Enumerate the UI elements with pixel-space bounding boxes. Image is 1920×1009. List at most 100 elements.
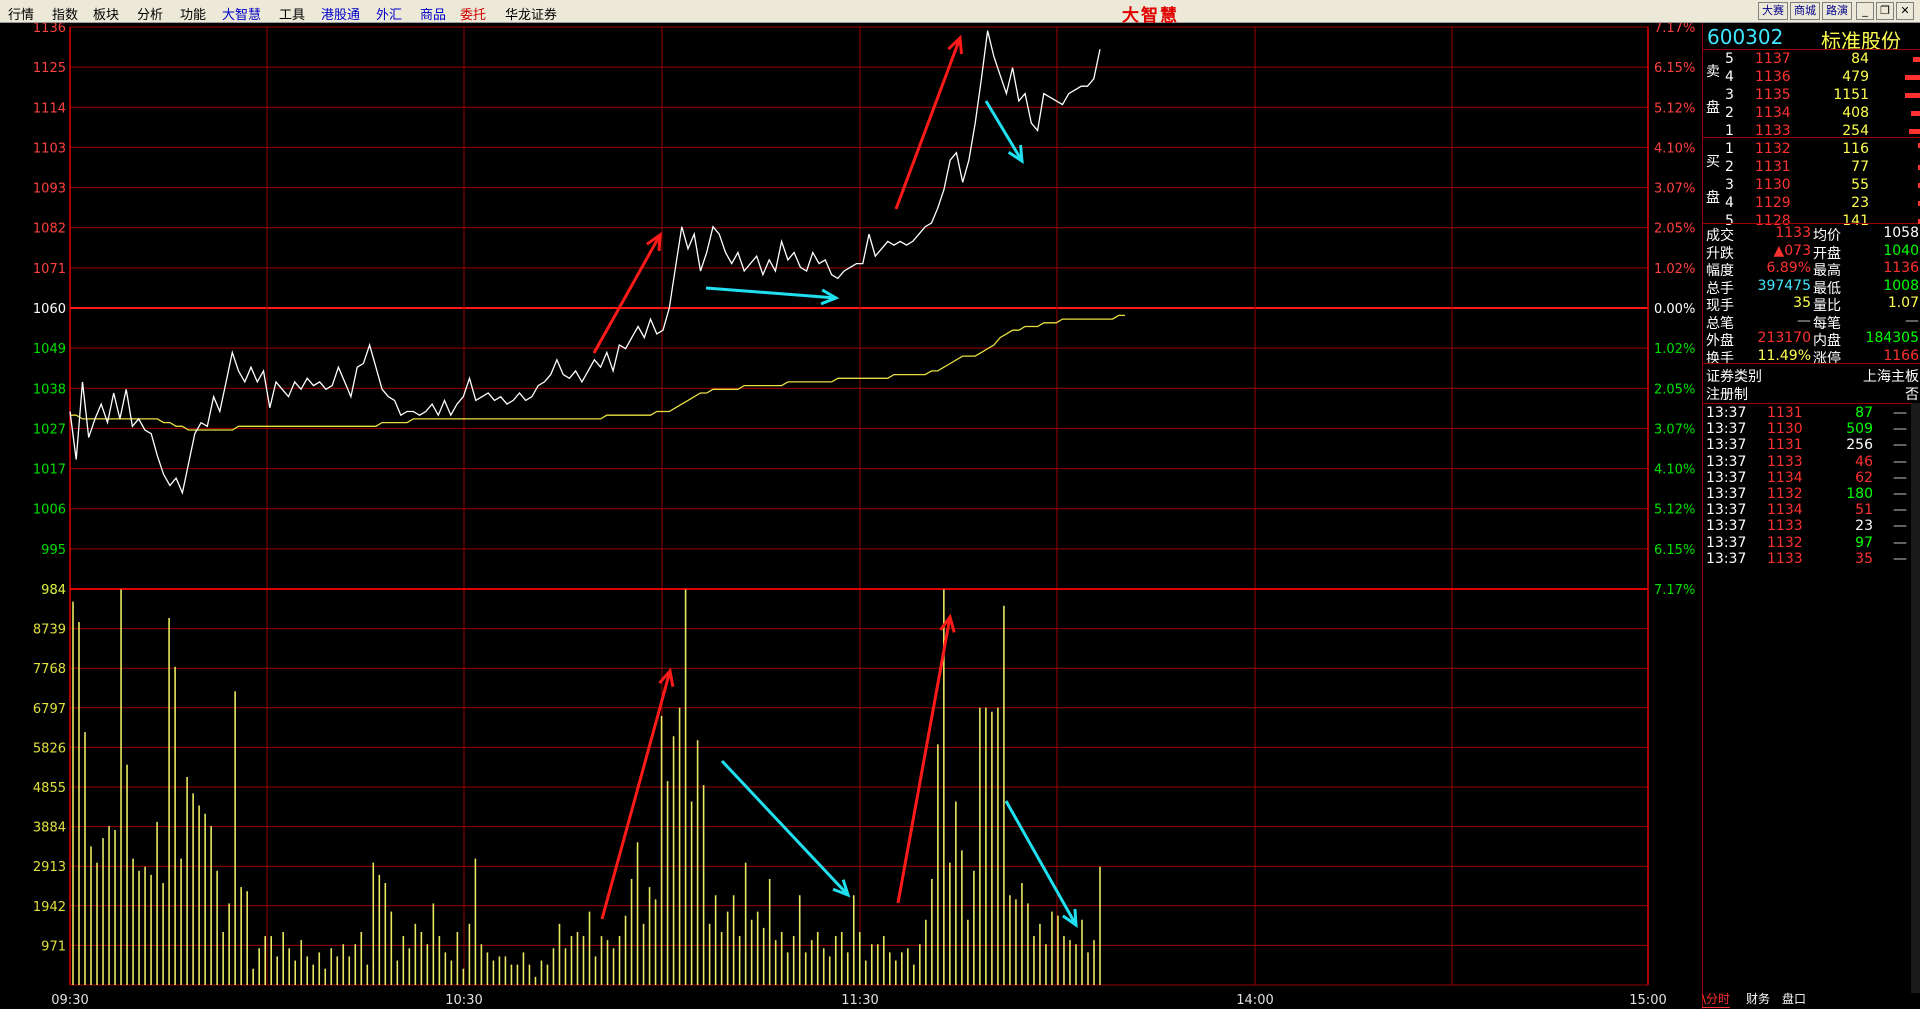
price-tick-label: 1114 [33, 101, 66, 116]
percent-tick-label: 2.05% [1654, 222, 1695, 237]
bottom-tabs: \分时 财务 盘口 [1700, 988, 1920, 1009]
quote-row-0: 成交 1133 均价 1058 [1706, 225, 1919, 244]
quote-row-6: 外盘 213170 内盘 184305 [1706, 330, 1919, 349]
price-tick-label: 1082 [33, 222, 66, 237]
depth-bar [1913, 57, 1920, 62]
bid-row-4: 4 1129 23 [1725, 195, 1869, 211]
volume-tick-label: 971 [41, 939, 66, 954]
menu-item-10[interactable]: 委托 [460, 4, 486, 23]
menu-item-1[interactable]: 指数 [52, 4, 78, 23]
price-tick-label: 1049 [33, 342, 66, 357]
percent-tick-label: 1.02% [1654, 342, 1695, 357]
menu-item-4[interactable]: 功能 [180, 4, 206, 23]
percent-tick-label: 1.02% [1654, 262, 1695, 277]
ask-row-3: 3 1135 1151 [1725, 87, 1869, 103]
menu-item-8[interactable]: 外汇 [376, 4, 402, 23]
percent-tick-label: 5.12% [1654, 503, 1695, 518]
buy-label-2: 盘 [1706, 190, 1720, 206]
tab-orderbook[interactable]: 盘口 [1782, 990, 1806, 1007]
volume-tick-label: 2913 [33, 860, 66, 875]
percent-tick-label: 3.07% [1654, 422, 1695, 437]
menu-item-9[interactable]: 商品 [420, 4, 446, 23]
quote-panel: 600302 标准股份 5 1137 84 4 1136 479 3 1135 1151 2 113… [1702, 23, 1920, 1009]
menu-bar: 行情 指数 板块 分析 功能 大智慧 工具 港股通 外汇 商品 委托 华龙证券 大智慧 大赛 商城 路… [0, 0, 1920, 26]
mall-button[interactable]: 商城 [1790, 2, 1820, 20]
price-tick-label: 1071 [33, 262, 66, 277]
ask-row-1: 1 1133 254 [1725, 123, 1869, 139]
ask-row-5: 5 1137 84 [1725, 51, 1869, 67]
stock-header: 600302 标准股份 [1703, 25, 1920, 53]
sell-label-1: 卖 [1706, 64, 1720, 80]
quote-row-4: 现手 35 量比 1.07 [1706, 295, 1919, 314]
price-tick-label: 1017 [33, 463, 66, 478]
quote-row-2: 幅度 6.89% 最高 1136 [1706, 260, 1919, 279]
percent-tick-label: 2.05% [1654, 382, 1695, 397]
quote-row-3: 总手 397475 最低 1008 [1706, 277, 1919, 297]
price-tick-label: 1136 [33, 23, 66, 36]
menu-item-2[interactable]: 板块 [93, 4, 119, 23]
info-row-0: 证券类别 上海主板 [1706, 369, 1919, 385]
time-tick-label: 11:30 [841, 993, 878, 1008]
roadshow-button[interactable]: 路演 [1822, 2, 1852, 20]
volume-tick-label: 6797 [33, 702, 66, 717]
bid-row-3: 3 1130 55 [1725, 177, 1869, 193]
price-tick-label: 1060 [33, 302, 66, 317]
ask-row-2: 2 1134 408 [1725, 105, 1869, 121]
buy-label-1: 买 [1706, 154, 1720, 170]
tab-finance[interactable]: 财务 [1746, 990, 1770, 1007]
price-tick-label: 1038 [33, 382, 66, 397]
menu-item-5[interactable]: 大智慧 [222, 4, 261, 23]
sell-label-2: 盘 [1706, 100, 1720, 116]
contest-button[interactable]: 大赛 [1758, 2, 1788, 20]
percent-tick-label: 7.17% [1654, 23, 1695, 36]
percent-tick-label: 4.10% [1654, 463, 1695, 478]
stock-code: 600302 [1707, 25, 1784, 49]
time-tick-label: 09:30 [51, 993, 88, 1008]
close-icon[interactable]: ✕ [1896, 2, 1914, 20]
volume-tick-label: 5826 [33, 741, 66, 756]
time-tick-label: 10:30 [445, 993, 482, 1008]
depth-bar [1905, 93, 1920, 98]
ask-row-4: 4 1136 479 [1725, 69, 1869, 85]
price-tick-label: 1093 [33, 182, 66, 197]
percent-axis: 7.17% 6.15% 5.12% 4.10% 3.07% 2.05% 1.02% 0.00%… [1654, 23, 1695, 598]
quote-row-5: 总笔 — 每笔 — [1706, 312, 1919, 332]
percent-tick-label: 3.07% [1654, 182, 1695, 197]
info-row-1: 注册制否 [1706, 387, 1919, 403]
price-tick-label: 1103 [33, 141, 66, 156]
depth-bar [1911, 111, 1920, 116]
volume-tick-label: 4855 [33, 781, 66, 796]
restore-icon[interactable]: ❐ [1876, 2, 1894, 20]
menu-item-7[interactable]: 港股通 [321, 4, 360, 23]
tab-timeshare[interactable]: \分时 [1702, 990, 1731, 1008]
minimize-icon[interactable]: _ [1856, 2, 1874, 20]
price-tick-label: 995 [41, 543, 66, 558]
menu-item-3[interactable]: 分析 [137, 4, 163, 23]
depth-bar [1905, 75, 1920, 80]
bid-row-1: 1 1132 116 [1725, 141, 1869, 157]
percent-tick-label: 5.12% [1654, 101, 1695, 116]
menu-item-11[interactable]: 华龙证券 [505, 4, 557, 23]
percent-tick-label: 7.17% [1654, 583, 1695, 598]
volume-tick-label: 8739 [33, 623, 66, 638]
time-tick-label: 14:00 [1236, 993, 1273, 1008]
menu-item-0[interactable]: 行情 [8, 4, 34, 23]
percent-tick-label: 6.15% [1654, 61, 1695, 76]
quote-row-1: 升跌 ▲073 开盘 1040 [1706, 242, 1919, 262]
menu-item-6[interactable]: 工具 [279, 4, 305, 23]
depth-bar [1909, 129, 1920, 134]
price-tick-label: 1006 [33, 503, 66, 518]
percent-tick-label: 0.00% [1654, 302, 1695, 317]
tick-scrollbar[interactable] [1911, 403, 1920, 993]
percent-tick-label: 6.15% [1654, 543, 1695, 558]
volume-tick-label: 3884 [33, 821, 66, 836]
intraday-chart[interactable]: 1136 1125 1114 1103 1093 1082 1071 1060 1049 1038… [0, 23, 1702, 1009]
price-tick-label: 1125 [33, 61, 66, 76]
volume-tick-label: 984 [41, 583, 66, 598]
volume-tick-label: 1942 [33, 900, 66, 915]
volume-tick-label: 7768 [33, 662, 66, 677]
price-tick-label: 1027 [33, 422, 66, 437]
tick-row-9: 13:37 1133 35— [1706, 550, 1907, 567]
percent-tick-label: 4.10% [1654, 141, 1695, 156]
bid-row-2: 2 1131 77 [1725, 159, 1869, 175]
